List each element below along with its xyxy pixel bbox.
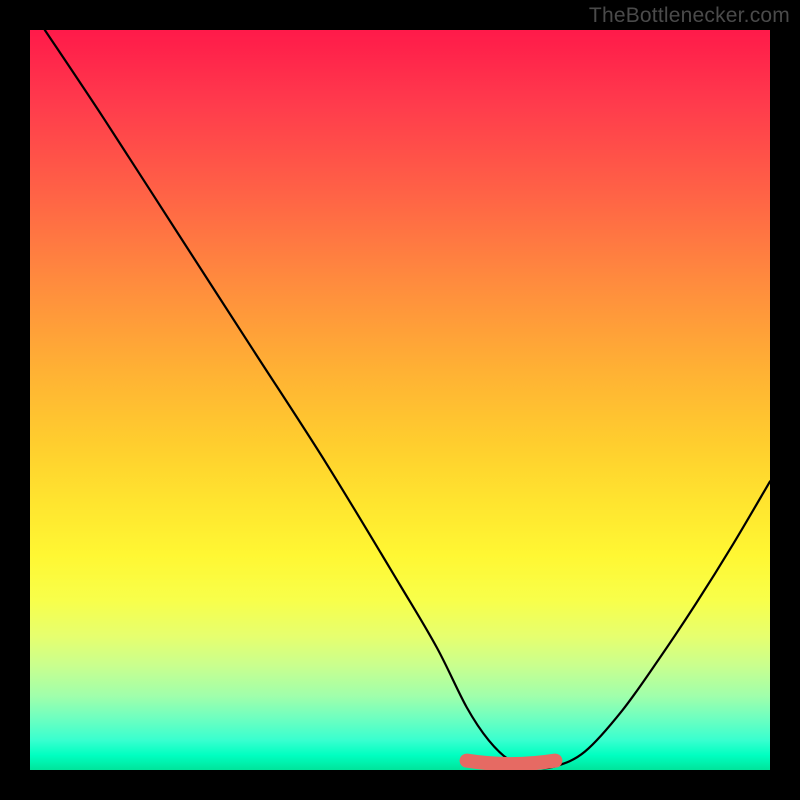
plot-area [30, 30, 770, 770]
watermark-text: TheBottlenecker.com [589, 4, 790, 28]
optimal-range-highlight [467, 761, 556, 765]
chart-overlay-svg [30, 30, 770, 770]
chart-frame [0, 0, 800, 800]
bottleneck-curve [45, 30, 770, 768]
